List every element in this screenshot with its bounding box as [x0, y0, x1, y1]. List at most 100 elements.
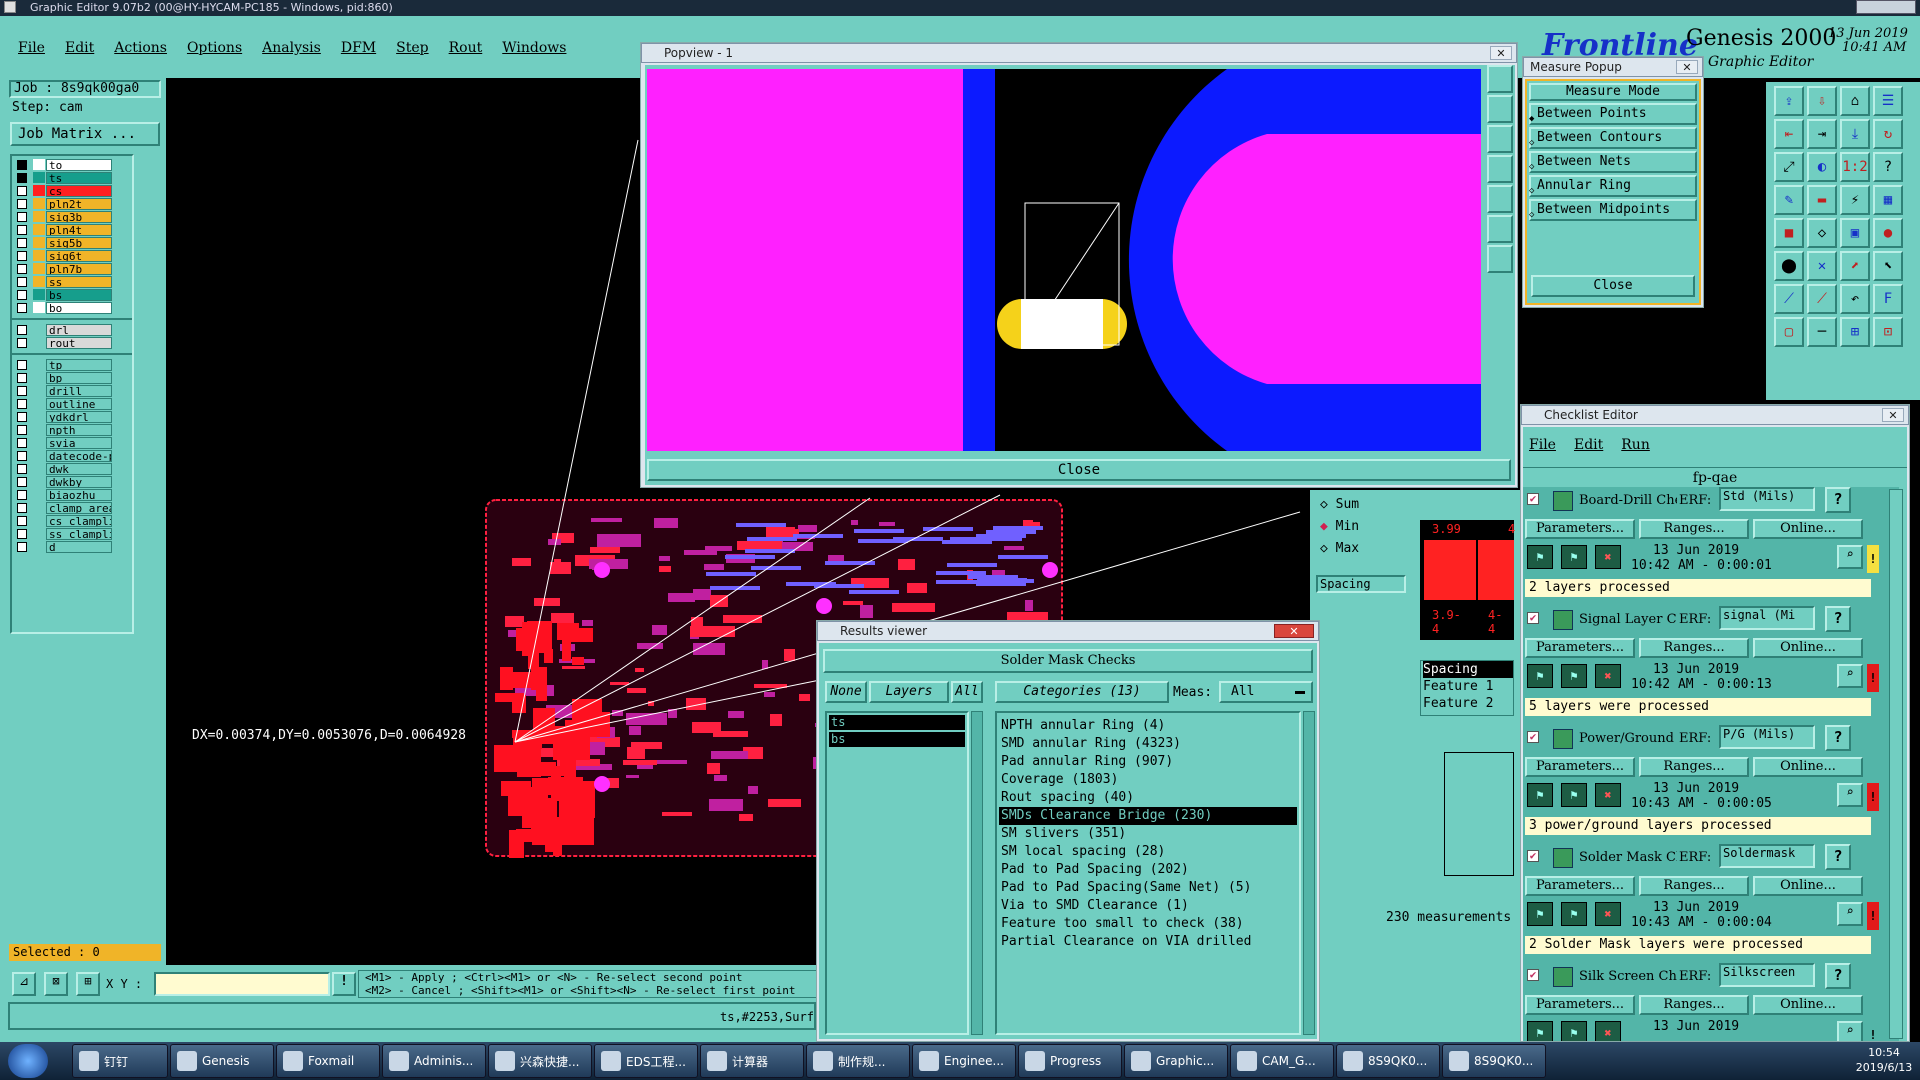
tool-icon-19[interactable]: ●: [1873, 218, 1903, 248]
tool-icon-11[interactable]: ?: [1873, 152, 1903, 182]
taskbar-item[interactable]: 8S9QK0...: [1336, 1044, 1440, 1078]
zoom-results-icon[interactable]: ⌕: [1837, 1021, 1863, 1041]
run-check-icon[interactable]: ⚑: [1527, 664, 1553, 688]
measure-option-2[interactable]: ◇ Between Nets: [1529, 151, 1697, 173]
measure-popup-titlebar[interactable]: Measure Popup ✕: [1523, 57, 1703, 77]
ranges-button[interactable]: Ranges...: [1639, 519, 1749, 539]
results-category-item[interactable]: Partial Clearance on VIA drilled: [999, 933, 1297, 951]
results-category-item[interactable]: Via to SMD Clearance (1): [999, 897, 1297, 915]
taskbar-item[interactable]: 制作规...: [806, 1044, 910, 1078]
tool-icon-17[interactable]: ◇: [1807, 218, 1837, 248]
results-category-item[interactable]: SM slivers (351): [999, 825, 1297, 843]
tool-icon-22[interactable]: ⬈: [1840, 251, 1870, 281]
tool-icon-10[interactable]: 1:2: [1840, 152, 1870, 182]
checklist-close-icon[interactable]: ✕: [1882, 408, 1904, 422]
run-check-icon[interactable]: ⚑: [1527, 783, 1553, 807]
taskbar-item[interactable]: Enginee...: [912, 1044, 1016, 1078]
tool-icon-13[interactable]: ▬: [1807, 185, 1837, 215]
popview-tool-4[interactable]: [1487, 155, 1513, 183]
tool-icon-20[interactable]: ⬤: [1774, 251, 1804, 281]
tool-icon-12[interactable]: ✎: [1774, 185, 1804, 215]
popview-tool-7[interactable]: [1487, 245, 1513, 273]
results-viewer-titlebar[interactable]: Results viewer ✕: [817, 621, 1319, 641]
measure-popup-close-button[interactable]: Close: [1531, 275, 1695, 297]
results-category-item[interactable]: SM local spacing (28): [999, 843, 1297, 861]
categories-button[interactable]: Categories (13): [995, 681, 1169, 703]
popview-canvas[interactable]: [647, 69, 1481, 451]
popview-tool-3[interactable]: [1487, 125, 1513, 153]
meas-select[interactable]: All: [1219, 681, 1313, 703]
parameters-button[interactable]: Parameters...: [1525, 638, 1635, 658]
erf-value[interactable]: Silkscreen: [1719, 963, 1815, 987]
results-category-item[interactable]: NPTH annular Ring (4): [999, 717, 1297, 735]
taskbar-item[interactable]: 计算器: [700, 1044, 804, 1078]
stop-icon[interactable]: ✖: [1595, 664, 1621, 688]
results-category-item[interactable]: Rout spacing (40): [999, 789, 1297, 807]
popview-tool-2[interactable]: [1487, 95, 1513, 123]
zoom-results-icon[interactable]: ⌕: [1837, 902, 1863, 926]
parameters-button[interactable]: Parameters...: [1525, 876, 1635, 896]
taskbar-item[interactable]: Graphic...: [1124, 1044, 1228, 1078]
run-check-icon[interactable]: ⚑: [1527, 1021, 1553, 1041]
online-button[interactable]: Online...: [1753, 638, 1863, 658]
results-category-item[interactable]: Coverage (1803): [999, 771, 1297, 789]
taskbar-item[interactable]: 兴森快捷...: [488, 1044, 592, 1078]
erf-value[interactable]: P/G (Mils): [1719, 725, 1815, 749]
erf-value[interactable]: Soldermask: [1719, 844, 1815, 868]
tool-icon-24[interactable]: ⟋: [1774, 284, 1804, 314]
check-enable-checkbox[interactable]: ✔: [1527, 731, 1539, 743]
taskbar-item[interactable]: 钉钉: [72, 1044, 168, 1078]
stat-option-1[interactable]: ◆ Min: [1316, 516, 1408, 538]
help-icon[interactable]: ?: [1825, 487, 1851, 513]
alert-button[interactable]: !: [332, 972, 356, 996]
results-category-item[interactable]: Pad to Pad Spacing(Same Net) (5): [999, 879, 1297, 897]
coord-input[interactable]: [154, 972, 330, 996]
popview-close-button[interactable]: Close: [647, 459, 1511, 481]
mid-list-item-feature1[interactable]: Feature 1: [1423, 678, 1513, 695]
checklist-scrollbar[interactable]: [1889, 489, 1903, 1039]
run-check-icon[interactable]: ⚑: [1527, 902, 1553, 926]
check-enable-checkbox[interactable]: ✔: [1527, 612, 1539, 624]
check-enable-checkbox[interactable]: ✔: [1527, 850, 1539, 862]
stop-icon[interactable]: ✖: [1595, 545, 1621, 569]
online-button[interactable]: Online...: [1753, 519, 1863, 539]
results-viewer-close-icon[interactable]: ✕: [1274, 624, 1314, 638]
layers-button[interactable]: Layers: [869, 681, 949, 703]
mid-list-item-feature2[interactable]: Feature 2: [1423, 695, 1513, 712]
ranges-button[interactable]: Ranges...: [1639, 995, 1749, 1015]
results-category-item[interactable]: SMD annular Ring (4323): [999, 735, 1297, 753]
zoom-results-icon[interactable]: ⌕: [1837, 545, 1863, 569]
tool-icon-1[interactable]: ⊿: [12, 972, 36, 996]
taskbar-item[interactable]: CAM_G...: [1230, 1044, 1334, 1078]
zoom-results-icon[interactable]: ⌕: [1837, 783, 1863, 807]
run-layer-icon[interactable]: ⚑: [1561, 1021, 1587, 1041]
checklist-titlebar[interactable]: Checklist Editor ✕: [1521, 405, 1909, 425]
results-category-item[interactable]: SMDs Clearance Bridge (230): [999, 807, 1297, 825]
tool-icon-16[interactable]: ■: [1774, 218, 1804, 248]
tool-icon-8[interactable]: ⤢: [1774, 152, 1804, 182]
tool-icon-1[interactable]: ⇩: [1807, 86, 1837, 116]
results-category-scrollbar[interactable]: [1303, 711, 1315, 1035]
checklist-menu-edit[interactable]: Edit: [1574, 437, 1603, 453]
results-category-item[interactable]: Pad to Pad Spacing (202): [999, 861, 1297, 879]
tool-icon-23[interactable]: ⬉: [1873, 251, 1903, 281]
help-icon[interactable]: ?: [1825, 606, 1851, 632]
tool-icon-21[interactable]: ✕: [1807, 251, 1837, 281]
zoom-results-icon[interactable]: ⌕: [1837, 664, 1863, 688]
online-button[interactable]: Online...: [1753, 757, 1863, 777]
tool-icon-29[interactable]: ─: [1807, 317, 1837, 347]
tool-icon-14[interactable]: ⚡: [1840, 185, 1870, 215]
tool-icon-2[interactable]: ⊠: [44, 972, 68, 996]
taskbar-item[interactable]: Genesis: [170, 1044, 274, 1078]
run-check-icon[interactable]: ⚑: [1527, 545, 1553, 569]
online-button[interactable]: Online...: [1753, 876, 1863, 896]
taskbar-item[interactable]: EDS工程...: [594, 1044, 698, 1078]
checklist-menu-file[interactable]: File: [1529, 437, 1556, 453]
measure-option-1[interactable]: ◇ Between Contours: [1529, 127, 1697, 149]
run-layer-icon[interactable]: ⚑: [1561, 545, 1587, 569]
run-layer-icon[interactable]: ⚑: [1561, 664, 1587, 688]
taskbar-item[interactable]: Foxmail: [276, 1044, 380, 1078]
tool-icon-9[interactable]: ◐: [1807, 152, 1837, 182]
measure-popup-close-icon[interactable]: ✕: [1676, 60, 1698, 74]
check-enable-checkbox[interactable]: ✔: [1527, 969, 1539, 981]
